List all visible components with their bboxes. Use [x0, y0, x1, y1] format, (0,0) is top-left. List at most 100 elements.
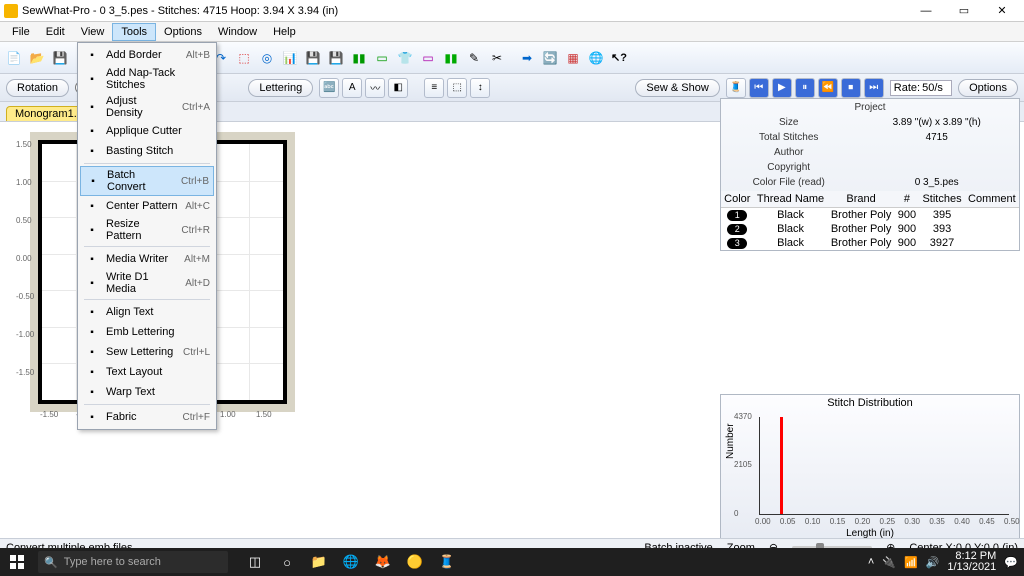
- menuitem-shortcut: Alt+M: [184, 254, 210, 265]
- taskbar-clock[interactable]: 8:12 PM 1/13/2021: [947, 551, 996, 573]
- lettering-button[interactable]: Lettering: [248, 79, 313, 97]
- baste-icon[interactable]: ◎: [257, 48, 277, 68]
- menuitem-applique-cutter[interactable]: ▪Applique Cutter: [80, 121, 214, 141]
- menuitem-warp-text[interactable]: ▪Warp Text: [80, 382, 214, 402]
- save3-icon[interactable]: 💾: [326, 48, 346, 68]
- close-button[interactable]: ✕: [984, 1, 1020, 21]
- refresh-icon[interactable]: 🔄: [540, 48, 560, 68]
- x-tick: 1.00: [220, 410, 236, 419]
- options-button[interactable]: Options: [958, 79, 1018, 97]
- dist-x-tick: 0.05: [780, 517, 796, 526]
- layout-icon: ▪: [84, 364, 100, 380]
- shirt-icon[interactable]: 👕: [395, 48, 415, 68]
- globe-icon[interactable]: 🌐: [586, 48, 606, 68]
- player-pause-icon[interactable]: ⏸: [795, 78, 815, 98]
- needle-icon[interactable]: ✂: [487, 48, 507, 68]
- sep: [510, 48, 514, 68]
- windows-taskbar: 🔍 Type here to search ◫ ○ 📁 🌐 🦊 🟡 🧵 ˄ 🔌 …: [0, 548, 1024, 576]
- save2-icon[interactable]: 💾: [303, 48, 323, 68]
- new-icon[interactable]: 📄: [4, 48, 24, 68]
- player-next-icon[interactable]: ⏭: [864, 78, 884, 98]
- rotation-button[interactable]: Rotation: [6, 79, 69, 97]
- align-tool-2[interactable]: ⬚: [447, 78, 467, 98]
- player-back-icon[interactable]: ⏪: [818, 78, 838, 98]
- menuitem-add-nap-tack-stitches[interactable]: ▪Add Nap-Tack Stitches: [80, 65, 214, 93]
- thread-header[interactable]: #: [895, 191, 920, 208]
- menu-edit[interactable]: Edit: [38, 24, 73, 40]
- menuitem-sew-lettering[interactable]: ▪Sew LetteringCtrl+L: [80, 342, 214, 362]
- tray-notif-icon[interactable]: 💬: [1004, 556, 1018, 569]
- thread-header[interactable]: Comment: [965, 191, 1019, 208]
- thread-row[interactable]: 2BlackBrother Poly900393: [721, 222, 1019, 236]
- menuitem-align-text[interactable]: ▪Align Text: [80, 302, 214, 322]
- dist-bar: [780, 417, 783, 514]
- align-tool-3[interactable]: ↕: [470, 78, 490, 98]
- thread-header[interactable]: Color: [721, 191, 754, 208]
- open-icon[interactable]: 📂: [27, 48, 47, 68]
- rate-input[interactable]: [922, 82, 948, 94]
- menu-tools[interactable]: Tools: [112, 23, 156, 41]
- compare-icon[interactable]: ▮▮: [349, 48, 369, 68]
- color-icon[interactable]: ▮▮: [441, 48, 461, 68]
- chart-icon[interactable]: 📊: [280, 48, 300, 68]
- eyedrop-icon[interactable]: ✎: [464, 48, 484, 68]
- menuitem-text-layout[interactable]: ▪Text Layout: [80, 362, 214, 382]
- explorer-icon[interactable]: 📁: [304, 549, 334, 575]
- save-icon[interactable]: 💾: [50, 48, 70, 68]
- taskbar-search-placeholder: Type here to search: [64, 556, 161, 568]
- firefox-icon[interactable]: 🦊: [368, 549, 398, 575]
- lettering-tool-4[interactable]: ◧: [388, 78, 408, 98]
- player-stop-icon[interactable]: ⏹: [841, 78, 861, 98]
- menu-window[interactable]: Window: [210, 24, 265, 40]
- menu-help[interactable]: Help: [265, 24, 304, 40]
- menuitem-resize-pattern[interactable]: ▪Resize PatternCtrl+R: [80, 216, 214, 244]
- tray-volume-icon[interactable]: 🔊: [926, 556, 940, 569]
- menuitem-center-pattern[interactable]: ▪Center PatternAlt+C: [80, 196, 214, 216]
- taskbar-search[interactable]: 🔍 Type here to search: [38, 551, 228, 573]
- forward-icon[interactable]: ➡: [517, 48, 537, 68]
- maximize-button[interactable]: ▭: [946, 1, 982, 21]
- sewshow-button[interactable]: Sew & Show: [635, 79, 719, 97]
- thread-header[interactable]: Brand: [828, 191, 895, 208]
- chrome-icon[interactable]: 🟡: [400, 549, 430, 575]
- menu-options[interactable]: Options: [156, 24, 210, 40]
- thread-header[interactable]: Stitches: [919, 191, 965, 208]
- thread-row[interactable]: 3BlackBrother Poly9003927: [721, 236, 1019, 250]
- y-tick: -1.50: [16, 368, 34, 377]
- edge-icon[interactable]: 🌐: [336, 549, 366, 575]
- start-button[interactable]: [0, 548, 34, 576]
- whatsthis-icon[interactable]: ↖?: [609, 48, 629, 68]
- hoop-icon[interactable]: ⬚: [234, 48, 254, 68]
- menuitem-adjust-density[interactable]: ▪Adjust DensityCtrl+A: [80, 93, 214, 121]
- player-play-icon[interactable]: ▶: [772, 78, 792, 98]
- thread-header[interactable]: Thread Name: [754, 191, 828, 208]
- lettering-tool-1[interactable]: 🔤: [319, 78, 339, 98]
- player-prev-icon[interactable]: ⏮: [749, 78, 769, 98]
- tray-battery-icon[interactable]: 🔌: [882, 556, 896, 569]
- window-icon[interactable]: ▭: [372, 48, 392, 68]
- menu-view[interactable]: View: [73, 24, 113, 40]
- taskview-icon[interactable]: ◫: [240, 549, 270, 575]
- player-machine-icon[interactable]: 🧵: [726, 78, 746, 98]
- menuitem-emb-lettering[interactable]: ▪Emb Lettering: [80, 322, 214, 342]
- rect-icon[interactable]: ▭: [418, 48, 438, 68]
- grid-icon[interactable]: ▦: [563, 48, 583, 68]
- menu-file[interactable]: File: [4, 24, 38, 40]
- tray-wifi-icon[interactable]: 📶: [904, 556, 918, 569]
- minimize-button[interactable]: ―: [908, 1, 944, 21]
- tray-up-icon[interactable]: ˄: [868, 556, 874, 568]
- cortana-icon[interactable]: ○: [272, 549, 302, 575]
- lettering-tool-2[interactable]: A: [342, 78, 362, 98]
- menuitem-basting-stitch[interactable]: ▪Basting Stitch: [80, 141, 214, 161]
- menuitem-media-writer[interactable]: ▪Media WriterAlt+M: [80, 249, 214, 269]
- meta-author-label: Author: [723, 146, 854, 159]
- menuitem-batch-convert[interactable]: ▪Batch ConvertCtrl+B: [80, 166, 214, 196]
- menuitem-fabric[interactable]: ▪FabricCtrl+F: [80, 407, 214, 427]
- align-tool-1[interactable]: ≡: [424, 78, 444, 98]
- thread-row[interactable]: 1BlackBrother Poly900395: [721, 208, 1019, 223]
- menuitem-add-border[interactable]: ▪Add BorderAlt+B: [80, 45, 214, 65]
- lettering-tool-3[interactable]: 〰: [365, 78, 385, 98]
- meta-copyright-value: [856, 161, 1017, 174]
- app-taskbar-icon[interactable]: 🧵: [432, 549, 462, 575]
- menuitem-write-d1-media[interactable]: ▪Write D1 MediaAlt+D: [80, 269, 214, 297]
